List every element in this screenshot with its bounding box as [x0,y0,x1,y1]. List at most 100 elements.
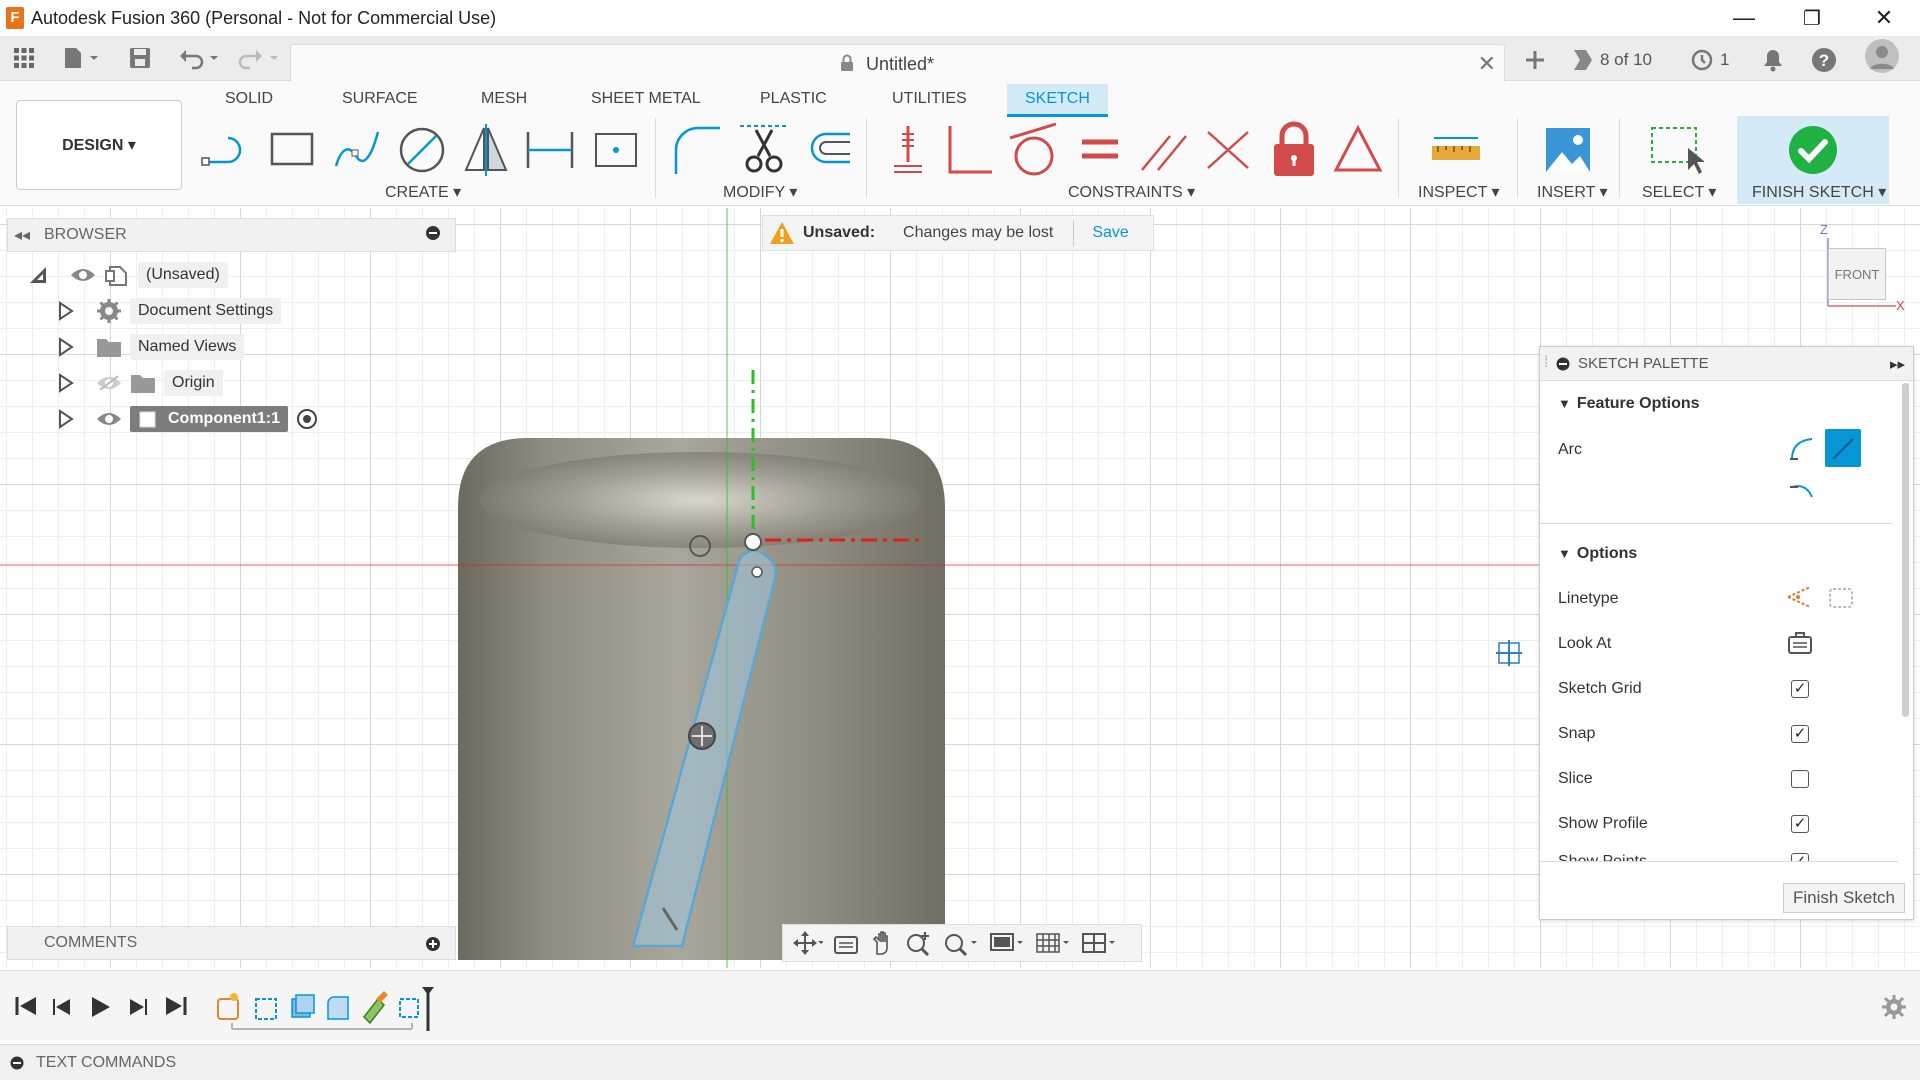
viewcube[interactable]: Z X FRONT [1818,222,1918,318]
arc-tangent-option-icon[interactable] [1788,435,1816,463]
create-menu[interactable]: CREATE ▾ [385,182,461,202]
eye-icon[interactable] [96,410,122,428]
palette-finish-sketch-button[interactable]: Finish Sketch [1783,883,1905,913]
save-link[interactable]: Save [1092,224,1128,242]
collapse-tree-icon[interactable] [28,265,48,285]
app-grid-icon[interactable] [12,44,36,72]
equal-constraint-icon[interactable] [1072,120,1128,180]
triangle-constraint-icon[interactable] [1330,120,1386,180]
expand-arrow-icon[interactable] [58,337,74,357]
palette-grip-icon[interactable]: ⁞ [1544,354,1548,372]
coincident-constraint-icon[interactable] [1200,120,1256,180]
options-section[interactable]: ▼ Options [1558,545,1637,563]
component-selected-chip[interactable]: Component1:1 [130,406,288,432]
parallel-constraint-icon[interactable] [1136,120,1192,180]
show-profile-checkbox[interactable]: ✓ [1791,815,1809,833]
tab-sketch[interactable]: SKETCH [1007,84,1108,117]
text-commands-toggle-icon[interactable] [10,1056,24,1070]
insert-menu[interactable]: INSERT ▾ [1537,182,1608,202]
tab-utilities[interactable]: UTILITIES [892,90,967,108]
user-avatar[interactable] [1864,39,1900,73]
offset-tool-icon[interactable] [800,120,856,180]
display-settings-icon[interactable] [989,930,1025,956]
centerline-linetype-icon[interactable] [1826,583,1856,613]
look-at-icon[interactable] [1787,631,1813,655]
fillet-tool-icon[interactable] [668,120,724,180]
grid-settings-icon[interactable] [1035,930,1071,956]
restore-button[interactable]: ❐ [1783,0,1841,36]
select-menu[interactable]: SELECT ▾ [1642,182,1716,202]
palette-collapse-icon[interactable] [1556,357,1570,371]
save-icon[interactable] [128,44,152,72]
rectangle-tool-icon[interactable] [266,120,322,180]
document-tab[interactable]: Untitled* ✕ [290,44,1505,82]
text-commands-bar[interactable]: TEXT COMMANDS [0,1044,1920,1080]
line-tool-icon[interactable] [200,120,256,180]
orbit-move-icon[interactable] [793,931,823,955]
tangent-constraint-icon[interactable] [1006,120,1062,180]
pan-hand-icon[interactable] [869,930,895,956]
finish-sketch-menu[interactable]: FINISH SKETCH ▾ [1752,182,1886,202]
point-tool-icon[interactable] [588,120,644,180]
dimension-tool-icon[interactable] [522,120,578,180]
arc-selected-option[interactable] [1825,429,1861,467]
browser-item-document-settings[interactable]: Document Settings [58,296,282,326]
browser-item-component[interactable]: Component1:1 [58,404,318,434]
workspace-switcher-button[interactable]: DESIGN ▾ [16,100,182,190]
close-tab-icon[interactable]: ✕ [1478,51,1496,77]
hidden-eye-icon[interactable] [96,374,122,392]
palette-expand-icon[interactable]: ▸▸ [1890,355,1905,373]
minimize-button[interactable]: — [1715,0,1773,36]
tab-mesh[interactable]: MESH [481,90,527,108]
redo-icon[interactable] [236,44,282,72]
construction-linetype-icon[interactable] [1784,583,1814,613]
zoom-window-icon[interactable] [943,930,979,956]
tab-plastic[interactable]: PLASTIC [760,90,827,108]
new-tab-button[interactable] [1522,46,1548,74]
show-points-checkbox[interactable]: ✓ [1791,853,1809,861]
job-status[interactable]: 8 of 10 [1570,46,1652,74]
browser-item-origin[interactable]: Origin [58,368,223,398]
modify-menu[interactable]: MODIFY ▾ [723,182,797,202]
timeline-settings-gear-icon[interactable] [1880,993,1908,1021]
tab-sheet-metal[interactable]: SHEET METAL [591,90,701,108]
perpendicular-constraint-icon[interactable] [942,120,998,180]
add-comment-icon[interactable] [425,936,441,952]
look-at-nav-icon[interactable] [833,931,859,955]
sketch-grid-checkbox[interactable]: ✓ [1791,680,1809,698]
insert-image-icon[interactable] [1540,120,1596,180]
notifications-bell-icon[interactable] [1762,46,1784,74]
slice-checkbox[interactable] [1791,770,1809,788]
sketch-point[interactable] [744,533,762,551]
eye-icon[interactable] [70,266,96,284]
trim-tool-icon[interactable] [736,120,792,180]
measure-tool-icon[interactable] [1428,120,1484,180]
feature-options-section[interactable]: ▼ Feature Options [1558,395,1700,413]
snap-checkbox[interactable]: ✓ [1791,725,1809,743]
expand-arrow-icon[interactable] [58,301,74,321]
undo-icon[interactable] [178,44,224,72]
spline-tool-icon[interactable] [330,120,386,180]
tab-solid[interactable]: SOLID [225,90,273,108]
mirror-tool-icon[interactable] [458,120,514,180]
file-menu-icon[interactable] [62,44,102,72]
history-button[interactable]: 1 [1690,46,1729,74]
timeline-features[interactable] [214,985,434,1035]
zoom-icon[interactable] [905,930,933,956]
browser-root-row[interactable]: (Unsaved) [28,260,228,290]
go-to-end-icon[interactable] [164,995,188,1017]
circle-tool-icon[interactable] [394,120,450,180]
expand-arrow-icon[interactable] [58,409,74,429]
constraints-menu[interactable]: CONSTRAINTS ▾ [1068,182,1195,202]
horizontal-vertical-constraint-icon[interactable] [880,120,936,180]
expand-arrow-icon[interactable] [58,373,74,393]
tab-surface[interactable]: SURFACE [342,90,418,108]
inspect-menu[interactable]: INSPECT ▾ [1418,182,1500,202]
browser-toggle-icon[interactable] [425,225,441,246]
help-icon[interactable]: ? [1811,46,1837,74]
arc-perpendicular-option-icon[interactable] [1788,479,1816,503]
browser-item-named-views[interactable]: Named Views [58,332,245,362]
fix-constraint-lock-icon[interactable] [1266,120,1322,180]
viewports-icon[interactable] [1081,930,1117,956]
select-window-icon[interactable] [1648,120,1704,180]
